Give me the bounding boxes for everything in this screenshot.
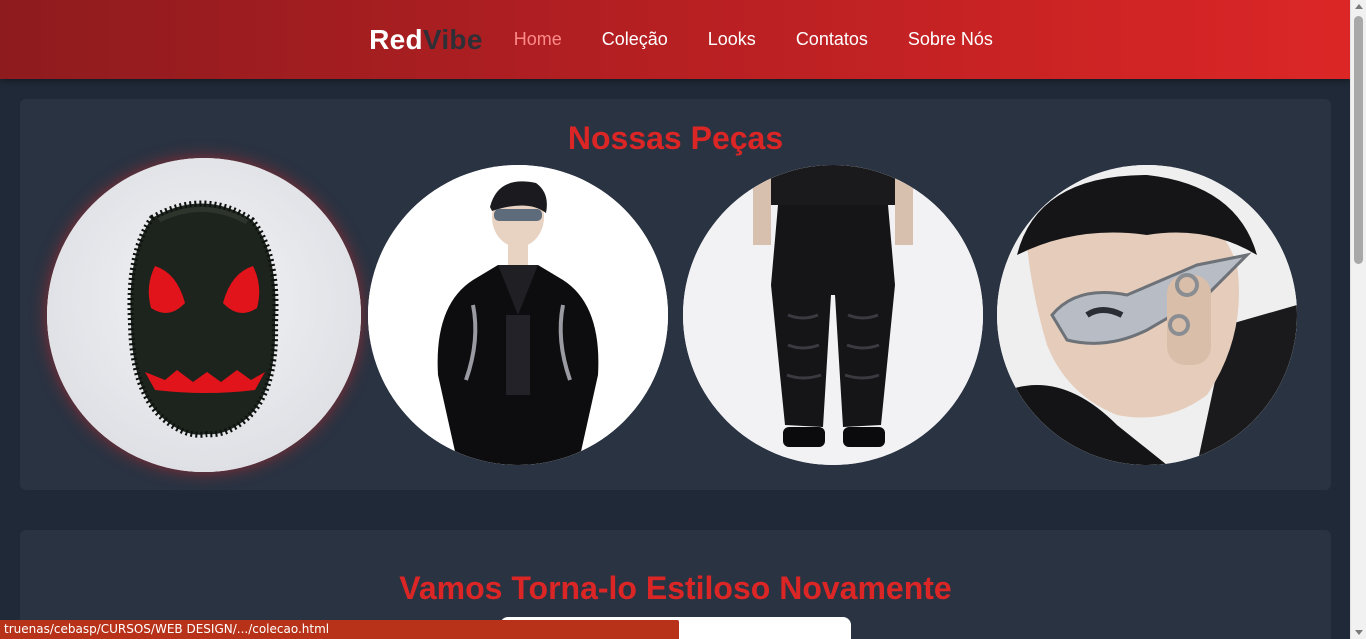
sunglasses-image xyxy=(997,165,1297,465)
product-image-jacket[interactable] xyxy=(368,165,668,465)
logo-red: Red xyxy=(369,23,423,55)
navbar: RedVibe Home Coleção Looks Contatos Sobr… xyxy=(0,0,1350,79)
product-image-pants[interactable] xyxy=(683,165,983,465)
product-image-sunglasses[interactable] xyxy=(997,165,1297,465)
nav-home[interactable]: Home xyxy=(514,29,562,50)
nav-inner: RedVibe Home Coleção Looks Contatos Sobr… xyxy=(369,24,993,56)
nav-colecao[interactable]: Coleção xyxy=(602,29,668,50)
logo[interactable]: RedVibe xyxy=(369,24,483,56)
pieces-section: Nossas Peças xyxy=(20,99,1331,490)
page: RedVibe Home Coleção Looks Contatos Sobr… xyxy=(0,0,1366,639)
pieces-title: Nossas Peças xyxy=(567,120,784,156)
logo-vibe: Vibe xyxy=(422,23,483,55)
scrollbar-thumb[interactable] xyxy=(1354,16,1363,264)
product-image-mask[interactable] xyxy=(47,158,361,472)
mask-image xyxy=(47,158,361,472)
scroll-up-icon[interactable] xyxy=(1355,4,1363,9)
nav-sobre-nos[interactable]: Sobre Nós xyxy=(908,29,993,50)
pants-image xyxy=(683,165,983,465)
style-title: Vamos Torna-lo Estiloso Novamente xyxy=(399,570,952,606)
scroll-down-icon[interactable] xyxy=(1355,630,1363,635)
vertical-scrollbar[interactable] xyxy=(1350,0,1366,639)
nav-contatos[interactable]: Contatos xyxy=(796,29,868,50)
status-bar-url: truenas/cebasp/CURSOS/WEB DESIGN/.../col… xyxy=(0,620,679,639)
jacket-image xyxy=(368,165,668,465)
nav-looks[interactable]: Looks xyxy=(708,29,756,50)
